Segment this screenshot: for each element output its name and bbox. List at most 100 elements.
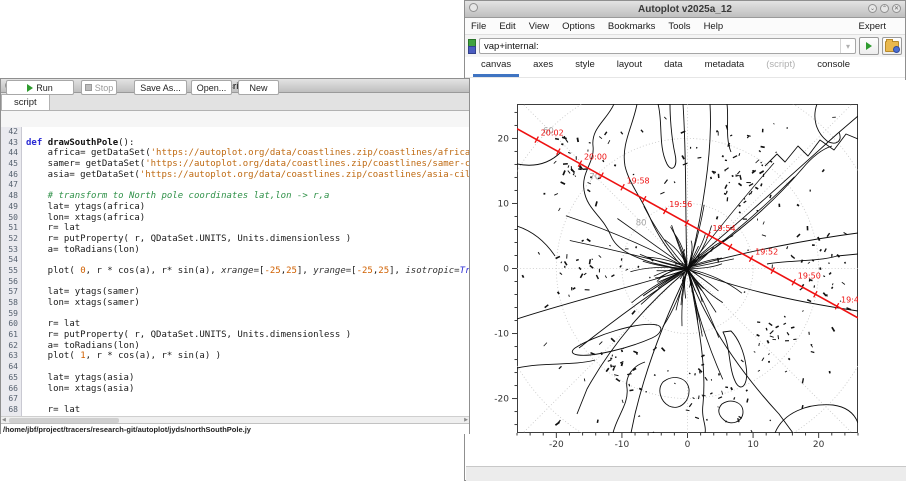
tab-canvas[interactable]: canvas: [473, 56, 519, 77]
coastline-speckle: [637, 353, 638, 355]
tab-style[interactable]: style: [567, 56, 603, 77]
code-line[interactable]: r= lat: [26, 223, 469, 234]
code-line[interactable]: plot( 1, r * cos(a), r* sin(a) ): [26, 351, 469, 362]
code-line[interactable]: lon= xtags(asia): [26, 384, 469, 395]
code-line[interactable]: [26, 394, 469, 405]
coastline-speckle: [597, 420, 598, 423]
plot-svg[interactable]: 80706020:0220:0019:5819:5619:5419:5219:5…: [466, 80, 906, 466]
menu-tools[interactable]: Tools: [668, 21, 690, 32]
chevron-down-icon[interactable]: ▾: [840, 39, 855, 53]
code-line[interactable]: r= putProperty( r, QDataSet.UNITS, Units…: [26, 330, 469, 341]
go-button[interactable]: [859, 37, 879, 55]
canvas-panel[interactable]: 80706020:0220:0019:5819:5619:5419:5219:5…: [466, 80, 906, 466]
coastline-speckle: [703, 445, 704, 446]
coastline-speckle: [592, 259, 593, 260]
code-line[interactable]: samer= getDataSet('https://autoplot.org/…: [26, 159, 469, 170]
coastline-speckle: [612, 366, 614, 367]
open-file-button[interactable]: [882, 37, 902, 55]
line-number: 63: [1, 351, 18, 362]
code-line[interactable]: [26, 180, 469, 191]
coastline-speckle: [731, 387, 732, 390]
coastline-speckle: [701, 364, 704, 365]
code-text[interactable]: def drawSouthPole(): africa= getDataSet(…: [22, 127, 469, 416]
coastline-speckle: [747, 399, 748, 403]
code-line[interactable]: def drawSouthPole():: [26, 138, 469, 149]
code-line[interactable]: r= lat: [26, 319, 469, 330]
code-line[interactable]: [26, 277, 469, 288]
code-line[interactable]: # transform to North pole coordinates la…: [26, 191, 469, 202]
code-line[interactable]: asia= getDataSet('https://autoplot.org/d…: [26, 170, 469, 181]
coastline-speckle: [766, 328, 767, 331]
menu-edit[interactable]: Edit: [499, 21, 515, 32]
horizontal-scrollbar[interactable]: ◀ ▶: [1, 416, 469, 423]
coastline-speckle: [823, 276, 825, 277]
code-line[interactable]: lat= ytags(asia): [26, 373, 469, 384]
code-line[interactable]: r= lat: [26, 405, 469, 416]
uri-combobox[interactable]: vap+internal: ▾: [479, 38, 856, 54]
menu-file[interactable]: File: [471, 21, 486, 32]
coastline-speckle: [611, 365, 612, 368]
y-tick-label: -20: [494, 395, 509, 405]
code-line[interactable]: [26, 127, 469, 138]
code-line[interactable]: a= toRadians(lon): [26, 341, 469, 352]
new-button[interactable]: New: [238, 80, 279, 95]
tab-script[interactable]: script: [1, 94, 50, 110]
coastline-speckle: [555, 139, 559, 140]
window-menu-icon[interactable]: [469, 3, 478, 12]
play-icon: [866, 42, 872, 50]
tab-data[interactable]: data: [656, 56, 691, 77]
close-icon[interactable]: ✕: [892, 4, 901, 13]
line-number: 62: [1, 341, 18, 352]
time-tick-label: 19:56: [669, 200, 692, 209]
line-number: 65: [1, 373, 18, 384]
line-number: 57: [1, 287, 18, 298]
open-button[interactable]: Open...: [191, 80, 232, 95]
code-line[interactable]: [26, 255, 469, 266]
tab-console[interactable]: console: [809, 56, 858, 77]
coastline-speckle: [812, 260, 814, 261]
save-as-button[interactable]: Save As...: [134, 80, 187, 95]
coastline-speckle: [828, 263, 829, 264]
tab-metadata[interactable]: metadata: [697, 56, 753, 77]
code-line[interactable]: lat= ytags(samer): [26, 287, 469, 298]
stop-button[interactable]: Stop: [81, 80, 117, 95]
tab-axes[interactable]: axes: [525, 56, 561, 77]
coastline-speckle: [726, 191, 727, 194]
code-line[interactable]: lon= xtags(samer): [26, 298, 469, 309]
maximize-icon[interactable]: ⌃: [880, 4, 889, 13]
line-number: 53: [1, 245, 18, 256]
coastline-speckle: [788, 358, 790, 359]
code-line[interactable]: [26, 362, 469, 373]
coastline-speckle: [615, 165, 616, 167]
coastline-speckle: [801, 260, 802, 263]
code-line[interactable]: africa= getDataSet('https://autoplot.org…: [26, 148, 469, 159]
time-tick-label: 19:50: [798, 271, 821, 280]
coastline-speckle: [576, 260, 579, 261]
code-line[interactable]: plot( 0, r * cos(a), r* sin(a), xrange=[…: [26, 266, 469, 277]
coastline-speckle: [638, 266, 639, 268]
autoplot-statusbar: [466, 466, 906, 481]
time-tick-label: 20:02: [541, 129, 564, 138]
menu-bookmarks[interactable]: Bookmarks: [608, 21, 656, 32]
menu-bar: File Edit View Options Bookmarks Tools Help Exp…: [465, 18, 905, 35]
menu-help[interactable]: Help: [704, 21, 724, 32]
plot-area[interactable]: 80706020:0220:0019:5819:5619:5419:5219:5…: [466, 80, 906, 466]
code-line[interactable]: lat= ytags(africa): [26, 202, 469, 213]
menu-view[interactable]: View: [529, 21, 549, 32]
code-editor[interactable]: 4243444546474849505152535455565758596061…: [1, 127, 469, 416]
coastline-speckle: [707, 419, 708, 421]
tab-layout[interactable]: layout: [609, 56, 650, 77]
code-line[interactable]: r= putProperty( r, QDataSet.UNITS, Units…: [26, 234, 469, 245]
line-number: 67: [1, 394, 18, 405]
coastline-speckle: [590, 259, 591, 264]
coastline-speckle: [689, 373, 690, 374]
line-number: 42: [1, 127, 18, 138]
expert-toggle[interactable]: Expert: [859, 21, 886, 32]
code-line[interactable]: [26, 309, 469, 320]
run-button[interactable]: Run: [6, 80, 74, 95]
minimize-icon[interactable]: ⌄: [868, 4, 877, 13]
code-line[interactable]: a= toRadians(lon): [26, 245, 469, 256]
menu-options[interactable]: Options: [562, 21, 595, 32]
code-line[interactable]: lon= xtags(africa): [26, 213, 469, 224]
autoplot-titlebar[interactable]: Autoplot v2025a_12 ⌄ ⌃ ✕: [465, 1, 905, 18]
